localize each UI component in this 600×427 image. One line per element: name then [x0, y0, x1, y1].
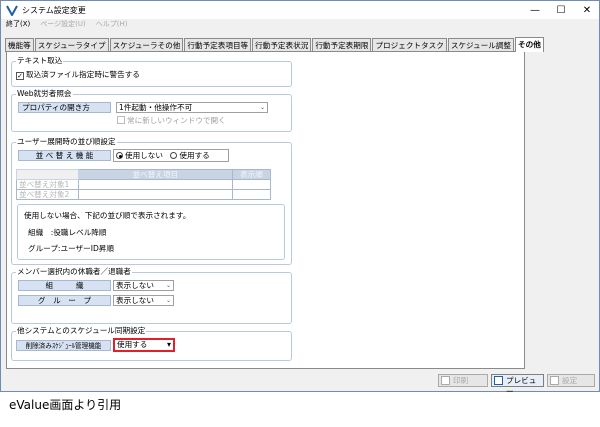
settings-icon: [550, 376, 559, 385]
text-import-title: テキスト取込: [16, 56, 64, 66]
tab-action-plan-status[interactable]: 行動予定表状況: [252, 38, 312, 52]
chevron-down-icon: ⌄: [259, 104, 265, 111]
member-selection-title: メンバー選択内の休職者／退職者: [16, 267, 132, 277]
tab-schedule-adjust[interactable]: スケジュール調整: [447, 38, 515, 52]
settings-panel: テキスト取込 ✓ 取込済ファイル指定時に警告する Web就労者照会 プロパティの開…: [6, 51, 525, 369]
maximize-icon[interactable]: ☐: [549, 1, 573, 19]
note-line-2: 組織 :役職レベル降順: [28, 228, 107, 237]
sort-order-cell[interactable]: [231, 189, 272, 200]
preview-icon: [494, 376, 503, 385]
user-sort-title: ユーザー展開時の並び順設定: [16, 137, 117, 147]
note-line-3: グループ:ユーザーID昇順: [28, 244, 114, 253]
preview-label: プレビュー: [506, 376, 537, 396]
sort-order-header: 表示順: [231, 169, 272, 180]
deleted-schedule-select[interactable]: 使用する ▾: [113, 338, 175, 352]
sort-function-radio-group: 使用しない 使用する: [113, 149, 229, 162]
deleted-schedule-value: 使用する: [117, 340, 148, 349]
checkbox-unchecked-icon[interactable]: [117, 116, 125, 124]
radio-on-label: 使用する: [179, 151, 210, 160]
tab-project-task[interactable]: プロジェクトタスク: [372, 38, 447, 52]
title-bar: システム設定変更 — ☐ ✕: [1, 1, 599, 19]
table-corner: [16, 169, 79, 180]
tab-scheduler-type[interactable]: スケジューラタイプ: [34, 38, 109, 52]
schedule-sync-group: 他システムとのスケジュール同期設定 削除済みｽｹｼﾞｭｰﾙ管理機能 使用する ▾: [11, 326, 292, 361]
new-window-checkbox[interactable]: 常に新しいウィンドウで開く: [117, 116, 226, 126]
radio-selected-icon[interactable]: [116, 152, 123, 159]
web-attendance-title: Web就労者照会: [16, 89, 73, 99]
text-import-group: テキスト取込 ✓ 取込済ファイル指定時に警告する: [11, 56, 292, 87]
default-order-note: 使用しない場合、下記の並び順で表示されます。 組織 :役職レベル降順 グループ:…: [17, 204, 285, 260]
settings-button[interactable]: 設定: [547, 374, 595, 387]
minimize-icon[interactable]: —: [523, 1, 547, 19]
property-open-value: 1件起動・他操作不可: [119, 103, 193, 112]
caption-text: eValue画面より引用: [9, 398, 122, 412]
sort-order-cell[interactable]: [231, 179, 272, 190]
print-label: 印刷: [453, 376, 469, 385]
tab-action-plan-deadline[interactable]: 行動予定表期限: [312, 38, 372, 52]
tab-scheduler-other[interactable]: スケジューラその他: [109, 38, 184, 52]
group-value: 表示しない: [116, 296, 154, 305]
tab-functions[interactable]: 機能等: [5, 38, 34, 52]
sort-item-cell[interactable]: [77, 179, 233, 190]
import-warning-checkbox[interactable]: ✓ 取込済ファイル指定時に警告する: [16, 70, 140, 80]
new-window-label: 常に新しいウィンドウで開く: [127, 116, 226, 125]
web-attendance-group: Web就労者照会 プロパティの開き方 1件起動・他操作不可 ⌄ 常に新しいウィンド…: [11, 89, 292, 132]
property-open-select[interactable]: 1件起動・他操作不可 ⌄: [116, 102, 268, 113]
chevron-down-icon: ▾: [166, 340, 171, 349]
sort-item-header: 並べ替え項目: [77, 169, 233, 180]
row-label: 並べ替え対象2: [16, 189, 79, 200]
preview-button[interactable]: プレビュー: [491, 374, 544, 396]
app-window: システム設定変更 — ☐ ✕ 終了(X) ページ設定(U) ヘルプ(H) 機能等…: [0, 0, 600, 396]
radio-on-option[interactable]: 使用する: [170, 151, 210, 160]
organization-value: 表示しない: [116, 281, 154, 290]
import-warning-label: 取込済ファイル指定時に警告する: [26, 70, 140, 79]
property-open-label: プロパティの開き方: [18, 102, 111, 113]
table-row: 並べ替え対象2: [16, 189, 272, 200]
organization-label: 組 織: [18, 280, 111, 291]
menu-bar: 終了(X) ページ設定(U) ヘルプ(H): [1, 19, 599, 29]
chevron-down-icon: ⌄: [165, 297, 171, 304]
checkbox-checked-icon[interactable]: ✓: [16, 72, 24, 80]
row-label: 並べ替え対象1: [16, 179, 79, 190]
deleted-schedule-label: 削除済みｽｹｼﾞｭｰﾙ管理機能: [16, 340, 111, 351]
printer-icon: [441, 376, 450, 385]
member-selection-group: メンバー選択内の休職者／退職者 組 織 表示しない ⌄ グ ル ー プ 表示しない…: [11, 267, 292, 324]
user-sort-group: ユーザー展開時の並び順設定 並 べ 替 え 機 能 使用しない 使用する 並べ替…: [11, 137, 292, 265]
tab-action-plan-items[interactable]: 行動予定表項目等: [184, 38, 252, 52]
tab-other[interactable]: その他: [515, 37, 544, 52]
print-button[interactable]: 印刷: [438, 374, 488, 387]
group-select[interactable]: 表示しない ⌄: [113, 295, 174, 306]
menu-exit[interactable]: 終了(X): [6, 19, 30, 29]
settings-label: 設定: [562, 376, 578, 385]
radio-off-label: 使用しない: [125, 151, 163, 160]
menu-page-setup[interactable]: ページ設定(U): [40, 19, 85, 29]
table-row: 並べ替え対象1: [16, 179, 272, 190]
window-title: システム設定変更: [22, 5, 86, 15]
tab-strip: 機能等 スケジューラタイプ スケジューラその他 行動予定表項目等 行動予定表状況…: [5, 37, 545, 52]
sort-item-cell[interactable]: [77, 189, 233, 200]
sort-function-label: 並 べ 替 え 機 能: [18, 150, 111, 161]
note-line-1: 使用しない場合、下記の並び順で表示されます。: [24, 211, 191, 220]
menu-help[interactable]: ヘルプ(H): [96, 19, 128, 29]
radio-off-option[interactable]: 使用しない: [116, 151, 163, 160]
chevron-down-icon: ⌄: [165, 282, 171, 289]
sort-items-table: 並べ替え項目 表示順 並べ替え対象1 並べ替え対象2: [16, 169, 272, 200]
organization-select[interactable]: 表示しない ⌄: [113, 280, 174, 291]
close-icon[interactable]: ✕: [575, 1, 599, 19]
radio-unselected-icon[interactable]: [170, 152, 178, 159]
schedule-sync-title: 他システムとのスケジュール同期設定: [16, 326, 147, 336]
group-label: グ ル ー プ: [18, 295, 111, 306]
app-logo-icon: [6, 4, 18, 16]
